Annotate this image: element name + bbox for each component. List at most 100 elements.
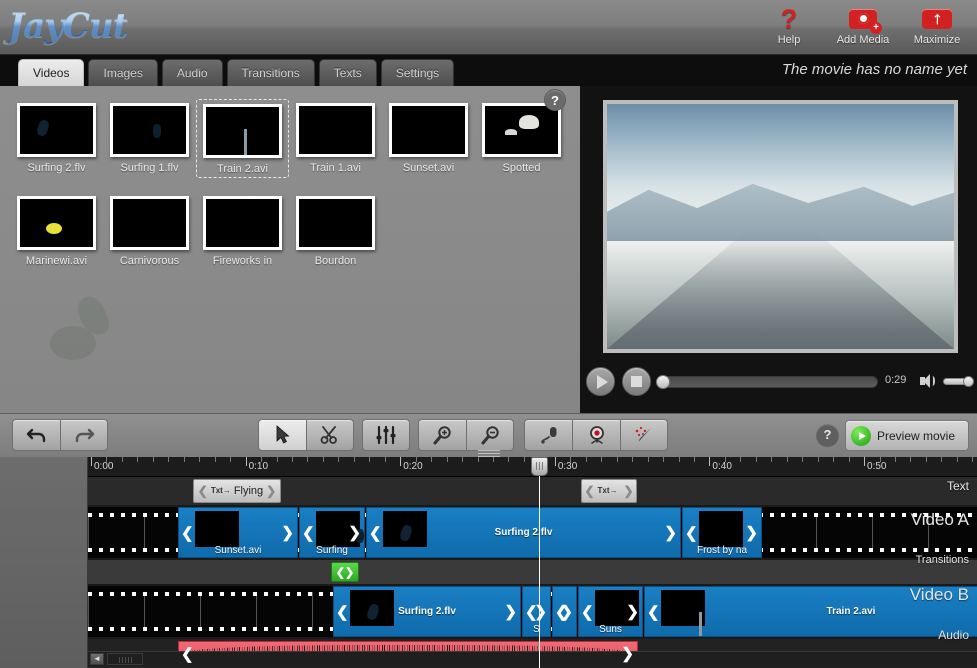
clip-trim-left-handle[interactable]: ❮ bbox=[647, 603, 660, 621]
maximize-button-label: Maximize bbox=[913, 34, 961, 46]
ruler-tick bbox=[848, 457, 850, 462]
select-tool-button[interactable] bbox=[258, 419, 306, 451]
undo-button[interactable] bbox=[12, 419, 60, 451]
clip-trim-left-handle[interactable]: ❮ bbox=[369, 524, 382, 542]
add-media-button[interactable]: Add Media bbox=[829, 2, 897, 46]
tab-audio[interactable]: Audio bbox=[161, 59, 223, 86]
media-thumbnail-image bbox=[110, 196, 189, 250]
media-item[interactable]: Bourdon bbox=[289, 192, 382, 269]
zoom-in-button[interactable] bbox=[418, 419, 466, 451]
tab-texts[interactable]: Texts bbox=[318, 59, 377, 86]
text-clip[interactable]: ❮ Txt→ Flying ❯ bbox=[193, 479, 281, 503]
text-clip-label: Flying bbox=[233, 485, 264, 497]
ruler-tick bbox=[245, 457, 247, 466]
ruler-tick bbox=[833, 457, 835, 462]
clip-trim-right-handle[interactable]: ❯ bbox=[534, 604, 547, 619]
tab-transitions[interactable]: Transitions bbox=[226, 59, 315, 86]
ruler-tick bbox=[786, 457, 788, 462]
scrubber-handle[interactable] bbox=[656, 375, 670, 389]
stop-button[interactable] bbox=[622, 367, 651, 396]
clip-trim-right-handle[interactable]: ❯ bbox=[560, 604, 573, 619]
tab-videos[interactable]: Videos bbox=[18, 59, 85, 86]
timeline-clip[interactable]: ❮ ❯ Sunset.avi bbox=[178, 507, 298, 558]
clip-trim-right-handle[interactable]: ❯ bbox=[664, 525, 677, 540]
effects-button[interactable] bbox=[620, 419, 668, 451]
timeline-help-icon[interactable]: ? bbox=[816, 424, 839, 447]
text-icon: Txt→ bbox=[210, 486, 231, 495]
timeline-clip[interactable]: ❮ ❯ Surfing 2.flv bbox=[366, 507, 681, 558]
track-transitions[interactable]: ❮❯ bbox=[88, 560, 977, 584]
playhead-handle[interactable] bbox=[531, 457, 549, 476]
clip-trim-right-handle[interactable]: ❯ bbox=[624, 484, 634, 498]
preview-screen[interactable] bbox=[603, 100, 958, 353]
clip-trim-left-handle[interactable]: ❮ bbox=[302, 524, 315, 542]
clip-trim-left-handle[interactable]: ❮ bbox=[685, 524, 698, 542]
track-video-b[interactable]: ❮❯Surfing 2.flv❮❯S❮❯❮❯Suns❮❯Train 2.avi bbox=[88, 584, 977, 639]
library-help-icon[interactable]: ? bbox=[544, 89, 566, 111]
track-text[interactable]: ❮ Txt→ Flying ❯ ❮ Txt→ ❯ bbox=[88, 477, 977, 505]
redo-button[interactable] bbox=[60, 419, 108, 451]
timeline-clip[interactable]: ❮ ❯ S bbox=[522, 586, 551, 637]
tab-settings[interactable]: Settings bbox=[380, 59, 455, 86]
play-button[interactable] bbox=[586, 367, 615, 396]
media-thumbnail-grid: Surfing 2.flv Surfing 1.flv Train 2.avi Tra… bbox=[10, 99, 570, 283]
movie-title[interactable]: The movie has no name yet bbox=[782, 61, 967, 78]
clip-trim-left-handle[interactable]: ❮ bbox=[181, 524, 194, 542]
clip-trim-left-handle[interactable]: ❮ bbox=[581, 603, 594, 621]
media-item[interactable]: Train 1.avi bbox=[289, 99, 382, 178]
scroll-thumb[interactable] bbox=[107, 653, 143, 665]
ruler-tick bbox=[554, 457, 556, 466]
timeline-clip[interactable]: ❮ ❯ bbox=[552, 586, 577, 637]
help-button[interactable]: ? Help bbox=[755, 2, 823, 46]
media-item[interactable]: Fireworks in bbox=[196, 192, 289, 269]
maximize-button[interactable]: ↗ Maximize bbox=[903, 2, 971, 46]
playhead[interactable] bbox=[531, 457, 549, 668]
volume-handle[interactable] bbox=[963, 376, 974, 387]
timeline-clip[interactable]: ❮ ❯ Suns bbox=[578, 586, 643, 637]
record-webcam-button[interactable] bbox=[572, 419, 620, 451]
stop-icon bbox=[631, 376, 642, 387]
clip-trim-right-handle[interactable]: ❯ bbox=[621, 646, 634, 661]
media-item[interactable]: Sunset.avi bbox=[382, 99, 475, 178]
media-item[interactable]: Surfing 1.flv bbox=[103, 99, 196, 178]
scroll-left-arrow[interactable]: ◄ bbox=[90, 653, 104, 665]
adjust-button[interactable] bbox=[362, 419, 410, 451]
media-item[interactable]: Marinewi.avi bbox=[10, 192, 103, 269]
media-item[interactable]: Surfing 2.flv bbox=[10, 99, 103, 178]
clip-trim-left-handle[interactable]: ❮ bbox=[336, 603, 349, 621]
track-video-a[interactable]: ❮ ❯ Sunset.avi ❮ ❯ Surfing ❮ ❯ Surfing 2.flv ❮ ❯ Fr… bbox=[88, 505, 977, 560]
scrubber-slider[interactable] bbox=[656, 375, 878, 389]
zoom-out-button[interactable] bbox=[466, 419, 514, 451]
clip-trim-left-handle[interactable]: ❮ bbox=[198, 484, 208, 498]
panel-resize-grip[interactable] bbox=[478, 450, 500, 457]
tab-images[interactable]: Images bbox=[88, 59, 158, 86]
clip-trim-right-handle[interactable]: ❯ bbox=[266, 484, 276, 498]
text-clip[interactable]: ❮ Txt→ ❯ bbox=[581, 479, 637, 503]
track-label-column bbox=[0, 457, 88, 668]
timeline-clip[interactable]: ❮ ❯ Frost by na bbox=[682, 507, 762, 558]
clip-trim-right-handle[interactable]: ❯ bbox=[626, 604, 639, 619]
clip-trim-left-handle[interactable]: ❮ bbox=[584, 484, 594, 498]
media-item[interactable]: Train 2.avi bbox=[196, 99, 289, 178]
clip-label: Train 2.avi bbox=[826, 606, 876, 617]
preview-movie-button[interactable]: Preview movie bbox=[845, 420, 969, 451]
transition-clip[interactable]: ❮❯ bbox=[331, 562, 359, 582]
timeline-clip[interactable]: ❮ ❯ Surfing 2.flv bbox=[333, 586, 521, 637]
clip-trim-left-handle[interactable]: ❮ bbox=[181, 645, 194, 663]
speaker-icon[interactable] bbox=[920, 374, 936, 388]
clip-trim-right-handle[interactable]: ❯ bbox=[504, 604, 517, 619]
help-button-label: Help bbox=[777, 34, 801, 46]
clip-trim-right-handle[interactable]: ❯ bbox=[281, 525, 294, 540]
clip-trim-right-handle[interactable]: ❯ bbox=[745, 525, 758, 540]
volume-slider[interactable] bbox=[943, 376, 974, 387]
track-label-video-a: Video A bbox=[910, 510, 969, 529]
timeline-clip[interactable]: ❮ ❯ Surfing bbox=[299, 507, 365, 558]
ruler-label: 0:50 bbox=[867, 461, 887, 472]
timeline-horizontal-scrollbar[interactable]: ◄ bbox=[88, 651, 977, 666]
record-audio-button[interactable] bbox=[524, 419, 572, 451]
ruler-tick bbox=[91, 457, 92, 466]
cut-tool-button[interactable] bbox=[306, 419, 354, 451]
media-item[interactable]: Carnivorous bbox=[103, 192, 196, 269]
webcam-icon bbox=[589, 426, 604, 444]
clip-trim-right-handle[interactable]: ❯ bbox=[348, 525, 361, 540]
